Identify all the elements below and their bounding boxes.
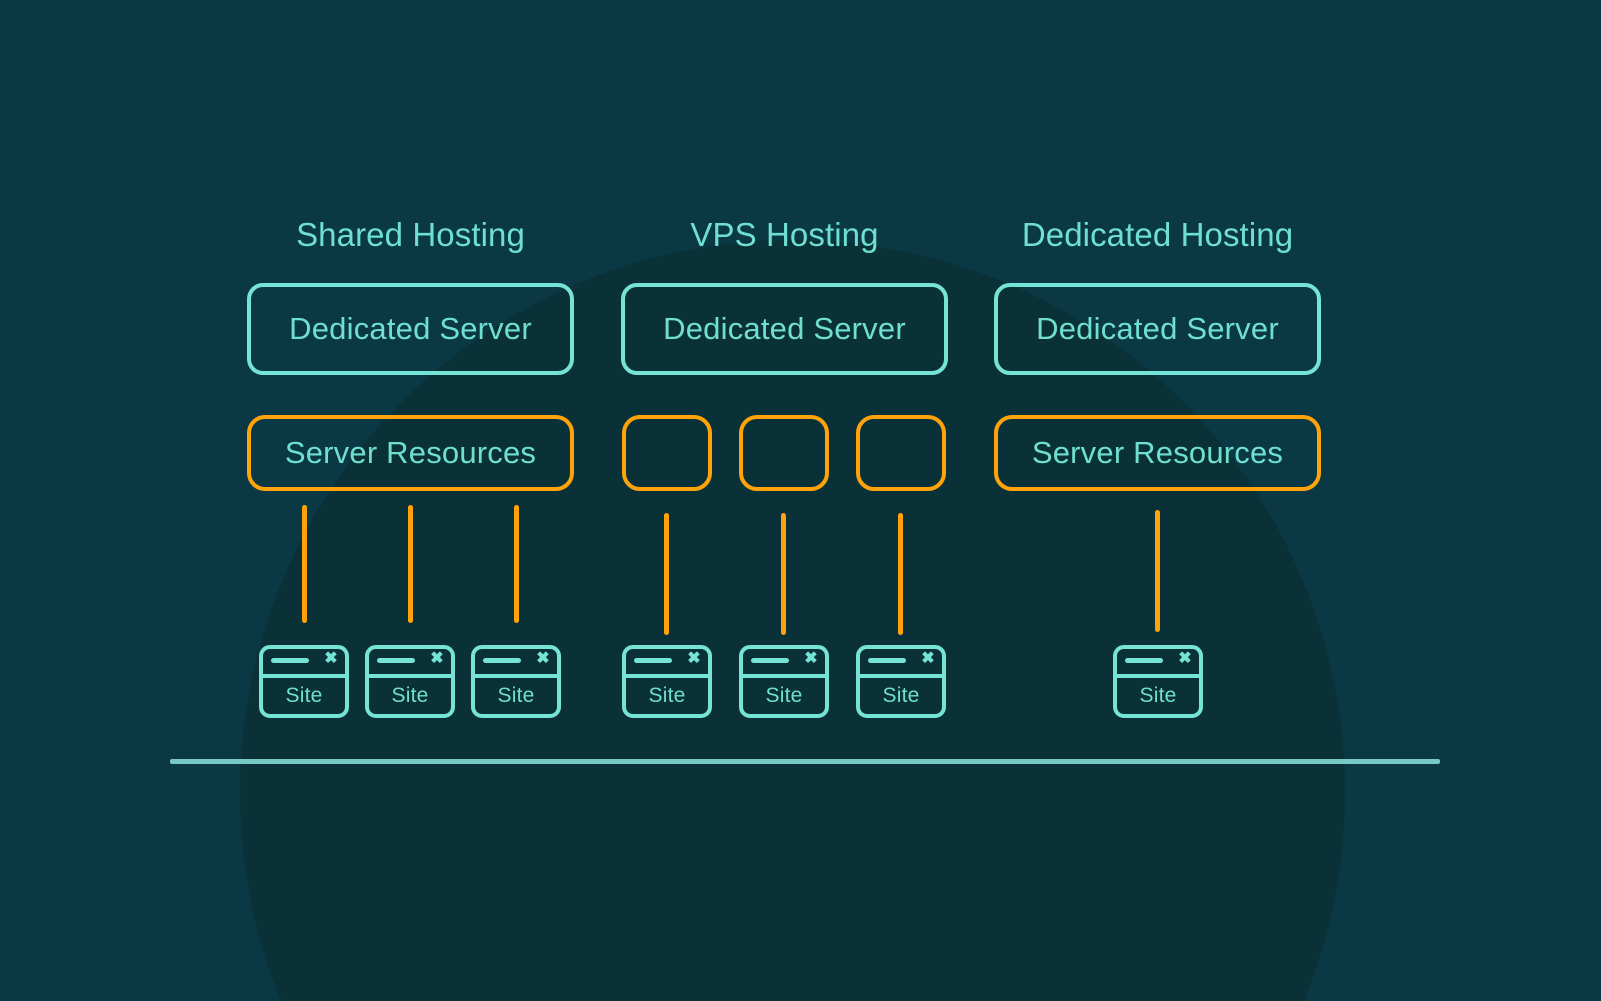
shared-dedicated-server-label: Dedicated Server [289, 311, 532, 346]
site-titlebar: ✖ [263, 649, 345, 678]
site-body: Site [475, 678, 557, 714]
dedicated-dedicated-server-label: Dedicated Server [1036, 311, 1279, 346]
minimize-icon [483, 658, 521, 663]
site-titlebar: ✖ [1117, 649, 1199, 678]
close-icon: ✖ [536, 650, 550, 667]
shared-server-resources-box: Server Resources [247, 415, 574, 491]
dedicated-connector-1 [1155, 510, 1160, 632]
site-titlebar: ✖ [860, 649, 942, 678]
dedicated-server-resources-label: Server Resources [1031, 435, 1284, 470]
minimize-icon [377, 658, 415, 663]
shared-connector-1 [302, 505, 307, 623]
minimize-icon [868, 658, 906, 663]
site-label: Site [285, 684, 323, 707]
site-window-icon: ✖ Site [739, 645, 829, 718]
dedicated-server-resources-box: Server Resources [994, 415, 1321, 491]
dedicated-dedicated-server-box: Dedicated Server [994, 283, 1321, 375]
shared-server-resources-label: Server Resources [284, 435, 537, 470]
site-label: Site [765, 684, 803, 707]
shared-dedicated-server-box: Dedicated Server [247, 283, 574, 375]
site-window-icon: ✖ Site [622, 645, 712, 718]
close-icon: ✖ [1178, 650, 1192, 667]
site-body: Site [1117, 678, 1199, 714]
vps-dedicated-server-box: Dedicated Server [621, 283, 948, 375]
site-label: Site [882, 684, 920, 707]
vps-resource-box-2 [739, 415, 829, 491]
hosting-comparison-diagram: Shared Hosting Dedicated Server Server R… [0, 0, 1601, 1001]
vps-connector-3 [898, 513, 903, 635]
site-titlebar: ✖ [475, 649, 557, 678]
site-window-icon: ✖ Site [471, 645, 561, 718]
site-label: Site [497, 684, 535, 707]
vps-connector-2 [781, 513, 786, 635]
site-label: Site [1139, 684, 1177, 707]
site-window-icon: ✖ Site [856, 645, 946, 718]
close-icon: ✖ [430, 650, 444, 667]
site-body: Site [860, 678, 942, 714]
minimize-icon [634, 658, 672, 663]
site-body: Site [369, 678, 451, 714]
close-icon: ✖ [804, 650, 818, 667]
site-label: Site [648, 684, 686, 707]
site-titlebar: ✖ [743, 649, 825, 678]
bottom-divider-rule [170, 759, 1440, 764]
vps-dedicated-server-label: Dedicated Server [663, 311, 906, 346]
minimize-icon [271, 658, 309, 663]
close-icon: ✖ [921, 650, 935, 667]
site-label: Site [391, 684, 429, 707]
site-body: Site [743, 678, 825, 714]
site-body: Site [263, 678, 345, 714]
close-icon: ✖ [324, 650, 338, 667]
column-title-vps-hosting: VPS Hosting [690, 216, 879, 253]
vps-resource-box-1 [622, 415, 712, 491]
close-icon: ✖ [687, 650, 701, 667]
site-body: Site [626, 678, 708, 714]
site-window-icon: ✖ Site [259, 645, 349, 718]
site-titlebar: ✖ [369, 649, 451, 678]
site-titlebar: ✖ [626, 649, 708, 678]
vps-resource-box-3 [856, 415, 946, 491]
vps-connector-1 [664, 513, 669, 635]
column-title-dedicated-hosting: Dedicated Hosting [1021, 216, 1294, 253]
site-window-icon: ✖ Site [365, 645, 455, 718]
shared-connector-3 [514, 505, 519, 623]
shared-connector-2 [408, 505, 413, 623]
column-title-shared-hosting: Shared Hosting [296, 216, 525, 253]
site-window-icon: ✖ Site [1113, 645, 1203, 718]
minimize-icon [1125, 658, 1163, 663]
minimize-icon [751, 658, 789, 663]
